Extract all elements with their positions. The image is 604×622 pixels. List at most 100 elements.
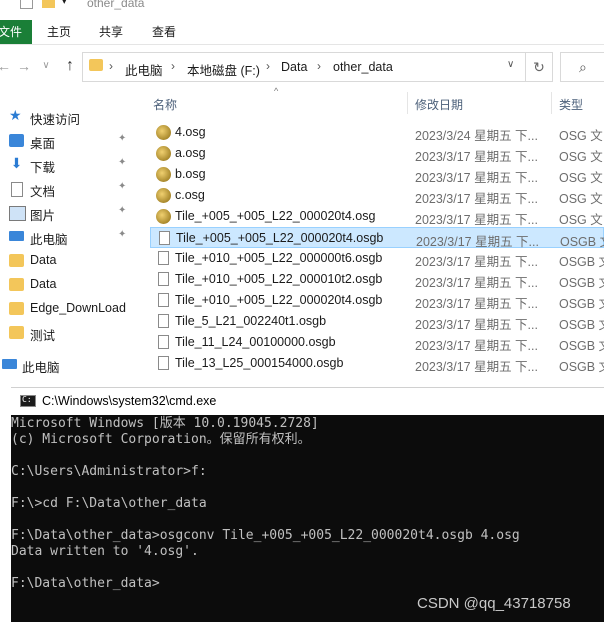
file-name: c.osg <box>175 188 205 202</box>
column-divider[interactable] <box>551 92 552 114</box>
file-name: Tile_+010_+005_L22_000020t4.osgb <box>175 293 383 307</box>
osg-file-icon <box>156 167 171 182</box>
file-date: 2023/3/17 星期五 下... <box>415 213 538 227</box>
file-date: 2023/3/17 星期五 下... <box>415 318 538 332</box>
column-header-type[interactable]: 类型 <box>559 96 583 113</box>
console-line: Microsoft Windows [版本 10.0.19045.2728] <box>11 416 319 431</box>
address-bar[interactable]: › 此电脑 › 本地磁盘 (F:) › Data › other_data ∨ <box>82 52 526 82</box>
nav-item-label: Data <box>30 277 57 291</box>
console-line: F:\Data\other_data> <box>11 576 160 591</box>
pin-icon: ✦ <box>118 205 127 216</box>
file-name: a.osg <box>175 146 206 160</box>
dropdown-icon[interactable]: ▾ <box>62 0 70 12</box>
picture-icon <box>9 206 26 221</box>
console-line: Data written to '4.osg'. <box>11 544 199 559</box>
search-box[interactable]: ⌕ <box>560 52 604 82</box>
nav-item-label: 文档 <box>30 185 56 199</box>
cmd-title-bar[interactable]: C:\Windows\system32\cmd.exe <box>11 387 604 415</box>
nav-item-desktop[interactable]: 桌面 ✦ <box>0 130 134 152</box>
breadcrumb-data[interactable]: Data <box>281 60 307 74</box>
file-type: OSGB 文 <box>559 276 604 290</box>
column-divider[interactable] <box>407 92 408 114</box>
osg-file-icon <box>156 146 171 161</box>
tab-share[interactable]: 共享 <box>99 20 123 44</box>
folder-icon <box>42 0 55 8</box>
nav-item-label: Data <box>30 253 57 267</box>
nav-item-label: 桌面 <box>30 137 56 151</box>
file-row[interactable]: Tile_13_L25_000154000.osgb 2023/3/17 星期五 … <box>150 353 604 374</box>
file-row[interactable]: Tile_+005_+005_L22_000020t4.osgb 2023/3/1… <box>150 227 604 249</box>
file-icon <box>158 314 169 328</box>
osg-file-icon <box>156 125 171 140</box>
nav-item-pictures[interactable]: 图片 ✦ <box>0 202 134 224</box>
file-row[interactable]: Tile_5_L21_002240t1.osgb 2023/3/17 星期五 下.… <box>150 311 604 332</box>
file-row[interactable]: Tile_11_L24_00100000.osgb 2023/3/17 星期五 下… <box>150 332 604 353</box>
file-row[interactable]: Tile_+010_+005_L22_000020t4.osgb 2023/3/1… <box>150 290 604 311</box>
nav-item-data-2[interactable]: Data <box>0 274 134 296</box>
cmd-window: C:\Windows\system32\cmd.exe Microsoft Wi… <box>11 387 604 622</box>
breadcrumb-separator-icon: › <box>171 59 175 73</box>
tab-view[interactable]: 查看 <box>152 20 176 44</box>
back-arrow-icon[interactable]: ← <box>0 58 12 74</box>
file-name: Tile_+010_+005_L22_000010t2.osgb <box>175 272 383 286</box>
computer-icon <box>9 231 24 241</box>
console-line: (c) Microsoft Corporation。保留所有权利。 <box>11 432 311 447</box>
console-line: F:\Data\other_data>osgconv Tile_+005_+00… <box>11 528 520 543</box>
up-arrow-icon[interactable]: ↑ <box>62 58 78 74</box>
file-date: 2023/3/24 星期五 下... <box>415 129 538 143</box>
nav-item-data-1[interactable]: Data <box>0 250 134 272</box>
file-type: OSGB 文 <box>559 318 604 332</box>
file-row[interactable]: 4.osg 2023/3/24 星期五 下... OSG 文 <box>150 122 604 143</box>
nav-item-documents[interactable]: 文档 ✦ <box>0 178 134 200</box>
cmd-title: C:\Windows\system32\cmd.exe <box>42 394 217 408</box>
desktop-icon <box>9 134 24 147</box>
nav-item-test[interactable]: 测试 <box>0 322 134 344</box>
breadcrumb-this-pc[interactable]: 此电脑 <box>125 60 163 79</box>
file-icon <box>158 293 169 307</box>
file-row[interactable]: Tile_+010_+005_L22_000010t2.osgb 2023/3/1… <box>150 269 604 290</box>
file-type: OSG 文 <box>559 150 603 164</box>
breadcrumb-separator-icon: › <box>109 59 113 73</box>
pin-icon: ✦ <box>118 157 127 168</box>
refresh-button[interactable]: ↻ <box>526 52 553 82</box>
tab-file[interactable]: 文件 <box>0 20 32 44</box>
file-name: Tile_+005_+005_L22_000020t4.osgb <box>176 231 384 245</box>
search-icon: ⌕ <box>579 59 587 75</box>
osg-file-icon <box>156 188 171 203</box>
nav-item-quick-access[interactable]: ★ 快速访问 <box>0 106 134 128</box>
file-icon <box>158 251 169 265</box>
nav-item-edge-download[interactable]: Edge_DownLoad <box>0 298 134 320</box>
folder-icon <box>89 59 103 71</box>
file-row[interactable]: a.osg 2023/3/17 星期五 下... OSG 文 <box>150 143 604 164</box>
breadcrumb-local-disk[interactable]: 本地磁盘 (F:) <box>187 60 260 79</box>
file-date: 2023/3/17 星期五 下... <box>415 171 538 185</box>
nav-item-label: Edge_DownLoad <box>30 301 126 315</box>
breadcrumb-other-data[interactable]: other_data <box>333 60 393 74</box>
address-dropdown-icon[interactable]: ∨ <box>507 59 514 70</box>
nav-item-this-pc[interactable]: 此电脑 <box>0 354 134 376</box>
osg-file-icon <box>156 209 171 224</box>
tab-home[interactable]: 主页 <box>47 20 71 44</box>
file-date: 2023/3/17 星期五 下... <box>415 192 538 206</box>
breadcrumb-separator-icon: › <box>317 59 321 73</box>
file-date: 2023/3/17 星期五 下... <box>415 150 538 164</box>
console-output[interactable]: Microsoft Windows [版本 10.0.19045.2728] (c… <box>11 416 604 622</box>
file-name: b.osg <box>175 167 206 181</box>
nav-item-label: 下载 <box>30 161 56 175</box>
file-row[interactable]: b.osg 2023/3/17 星期五 下... OSG 文 <box>150 164 604 185</box>
nav-item-this-pc-pinned[interactable]: 此电脑 ✦ <box>0 226 134 248</box>
recent-locations-chevron-icon[interactable]: ∨ <box>38 58 54 74</box>
nav-item-downloads[interactable]: ⬇ 下载 ✦ <box>0 154 134 176</box>
pin-icon: ✦ <box>118 229 127 240</box>
breadcrumb-separator-icon: › <box>266 59 270 73</box>
document-icon <box>11 182 23 197</box>
sort-ascending-icon: ^ <box>274 86 279 96</box>
file-type: OSGB 文 <box>559 297 604 311</box>
column-header-date[interactable]: 修改日期 <box>415 96 463 113</box>
quick-access-checkbox-icon[interactable] <box>20 0 33 9</box>
file-row[interactable]: Tile_+010_+005_L22_000000t6.osgb 2023/3/1… <box>150 248 604 269</box>
column-header-name[interactable]: 名称 <box>153 96 177 113</box>
file-row[interactable]: c.osg 2023/3/17 星期五 下... OSG 文 <box>150 185 604 206</box>
file-row[interactable]: Tile_+005_+005_L22_000020t4.osg 2023/3/17… <box>150 206 604 227</box>
forward-arrow-icon[interactable]: → <box>16 58 32 74</box>
